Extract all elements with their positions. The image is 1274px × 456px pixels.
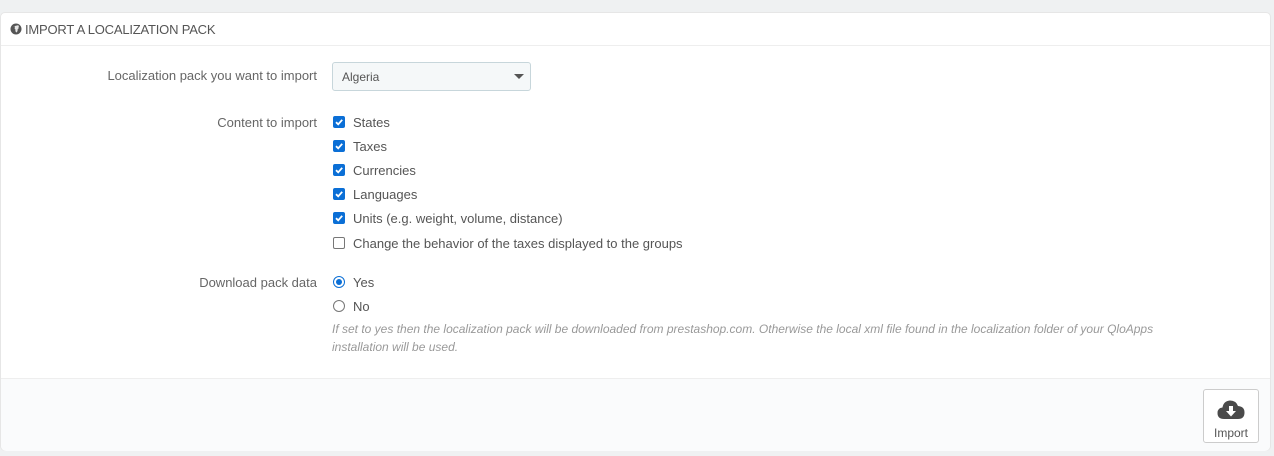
- checkbox-unchecked-icon[interactable]: [333, 237, 345, 249]
- radio-unselected-icon[interactable]: [333, 300, 345, 312]
- radio-yes[interactable]: Yes: [332, 273, 374, 291]
- pack-label: Localization pack you want to import: [107, 68, 317, 83]
- checkbox-tax-behavior[interactable]: Change the behavior of the taxes display…: [332, 234, 683, 252]
- panel-footer: Import: [1, 378, 1270, 451]
- radio-label: No: [353, 298, 370, 314]
- checkbox-checked-icon[interactable]: [333, 212, 345, 224]
- radio-selected-icon[interactable]: [333, 276, 345, 288]
- checkbox-label: Taxes: [353, 138, 387, 154]
- radio-no[interactable]: No: [332, 297, 370, 315]
- checkbox-label: Currencies: [353, 162, 416, 178]
- pack-select-value: Algeria: [342, 69, 380, 84]
- download-help-text: If set to yes then the localization pack…: [332, 322, 1154, 354]
- cloud-download-icon: [1216, 398, 1246, 423]
- import-button[interactable]: Import: [1203, 389, 1259, 443]
- checkbox-checked-icon[interactable]: [333, 164, 345, 176]
- checkbox-checked-icon[interactable]: [333, 188, 345, 200]
- panel-heading: IMPORT A LOCALIZATION PACK: [1, 13, 1270, 46]
- checkbox-checked-icon[interactable]: [333, 140, 345, 152]
- checkbox-label: Languages: [353, 186, 418, 202]
- checkbox-languages[interactable]: Languages: [332, 185, 417, 203]
- panel-title: IMPORT A LOCALIZATION PACK: [25, 21, 216, 37]
- checkbox-checked-icon[interactable]: [333, 116, 345, 128]
- checkbox-taxes[interactable]: Taxes: [332, 137, 387, 155]
- import-localization-panel: IMPORT A LOCALIZATION PACK Localization …: [0, 12, 1271, 451]
- checkbox-units[interactable]: Units (e.g. weight, volume, distance): [332, 209, 563, 227]
- content-label: Content to import: [217, 115, 317, 130]
- checkbox-label: States: [353, 114, 390, 130]
- chevron-down-icon: [514, 74, 524, 79]
- globe-icon: [10, 23, 22, 35]
- checkbox-currencies[interactable]: Currencies: [332, 161, 416, 179]
- checkbox-states[interactable]: States: [332, 113, 390, 131]
- download-label: Download pack data: [199, 275, 317, 290]
- checkbox-label: Change the behavior of the taxes display…: [353, 235, 683, 251]
- radio-label: Yes: [353, 274, 375, 290]
- pack-select[interactable]: Algeria: [332, 62, 531, 91]
- import-button-label: Import: [1213, 426, 1248, 440]
- checkbox-label: Units (e.g. weight, volume, distance): [353, 210, 563, 226]
